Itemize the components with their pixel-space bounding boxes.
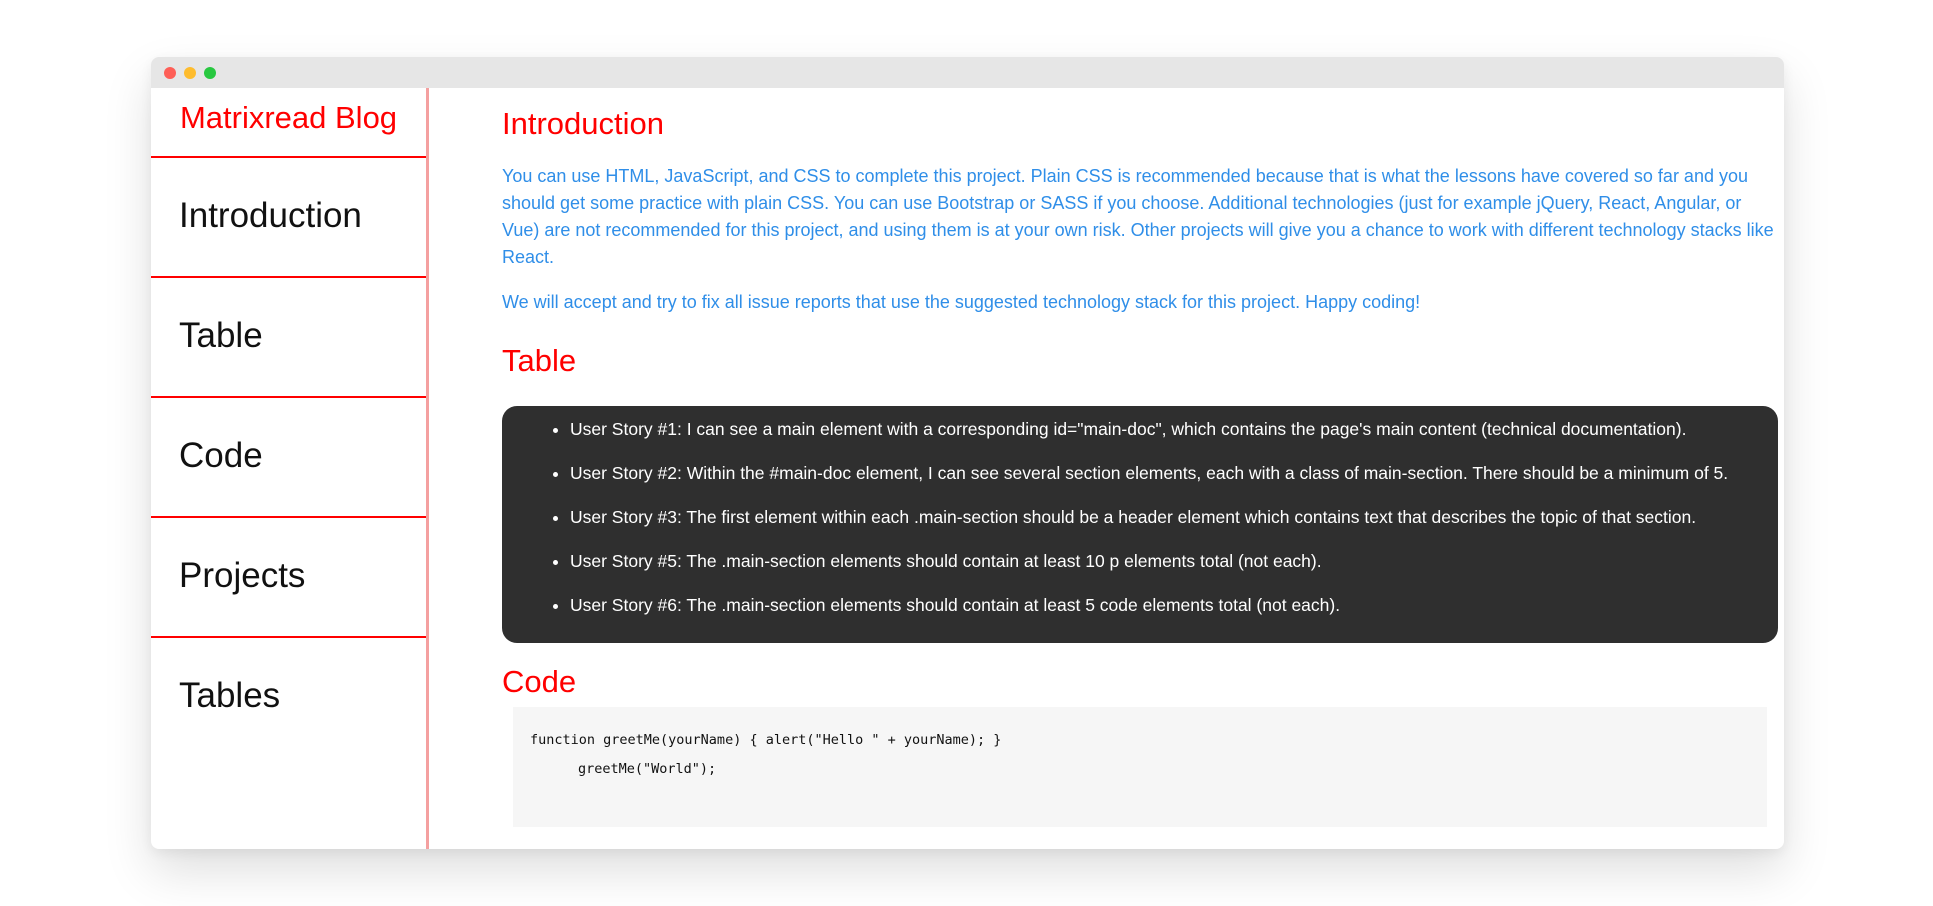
section-title-introduction: Introduction [502, 106, 664, 141]
list-item: User Story #1: I can see a main element … [570, 418, 1778, 440]
window-titlebar [151, 57, 1784, 88]
code-line: greetMe("World"); [578, 761, 717, 777]
section-title-code: Code [502, 664, 577, 699]
maximize-window-icon[interactable] [204, 67, 216, 79]
main-doc: Introduction You can use HTML, JavaScrip… [502, 88, 1778, 849]
user-stories-list: User Story #1: I can see a main element … [502, 418, 1778, 616]
list-item: User Story #6: The .main-section element… [570, 594, 1778, 616]
sidebar-item-introduction[interactable]: Introduction [151, 158, 426, 278]
sidebar-item-projects[interactable]: Projects [151, 518, 426, 638]
code-block: function greetMe(yourName) { alert("Hell… [513, 707, 1767, 827]
list-item: User Story #5: The .main-section element… [570, 550, 1778, 572]
list-item: User Story #3: The first element within … [570, 506, 1778, 528]
sidebar-item-tables[interactable]: Tables [151, 638, 426, 758]
section-title-table: Table [502, 343, 577, 378]
user-stories-box: User Story #1: I can see a main element … [502, 406, 1778, 643]
sidebar-nav: Matrixread Blog Introduction Table Code … [151, 88, 429, 849]
intro-paragraph: We will accept and try to fix all issue … [502, 292, 1421, 312]
intro-paragraph: You can use HTML, JavaScript, and CSS to… [502, 166, 1774, 267]
sidebar-item-table[interactable]: Table [151, 278, 426, 398]
close-window-icon[interactable] [164, 67, 176, 79]
code-line: function greetMe(yourName) { alert("Hell… [530, 732, 1002, 748]
brand-title[interactable]: Matrixread Blog [151, 88, 426, 158]
sidebar-item-code[interactable]: Code [151, 398, 426, 518]
minimize-window-icon[interactable] [184, 67, 196, 79]
list-item: User Story #2: Within the #main-doc elem… [570, 462, 1778, 484]
browser-window: Matrixread Blog Introduction Table Code … [151, 57, 1784, 849]
